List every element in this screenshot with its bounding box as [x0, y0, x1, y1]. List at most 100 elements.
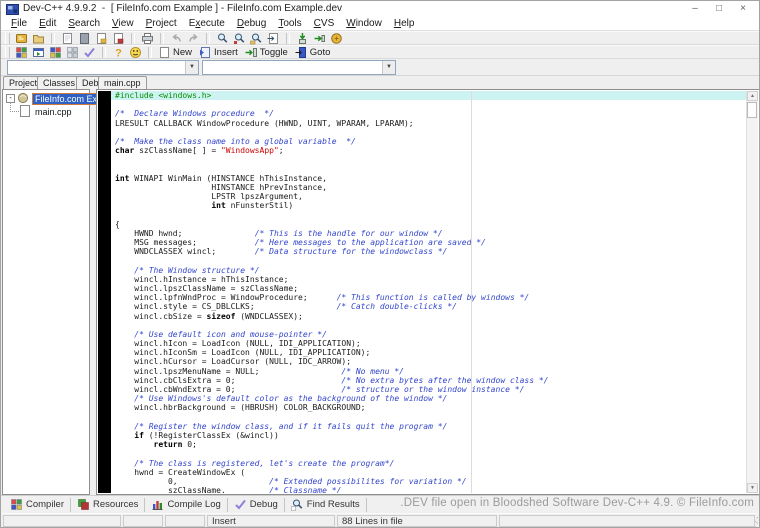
code-line[interactable]: HINSTANCE hPrevInstance,	[111, 183, 746, 192]
code-line[interactable]	[111, 210, 746, 219]
menu-project[interactable]: Project	[140, 18, 183, 30]
new-bookmark-button[interactable]: New	[157, 46, 196, 59]
minimize-button[interactable]: –	[683, 1, 707, 18]
chevron-down-icon[interactable]: ▼	[382, 61, 395, 74]
goto-bookmark-button[interactable]: Goto	[294, 46, 335, 59]
scroll-down-icon[interactable]: ▼	[747, 483, 758, 493]
code-line[interactable]: int nFunsterStil)	[111, 201, 746, 210]
code-line[interactable]: wincl.cbWndExtra = 0; /* structure or th…	[111, 385, 746, 394]
toolbar-grip[interactable]	[5, 46, 10, 58]
code-line[interactable]: wincl.hbrBackground = (HBRUSH) COLOR_BAC…	[111, 403, 746, 412]
code-line[interactable]: WNDCLASSEX wincl; /* Data structure for …	[111, 247, 746, 256]
insert-bookmark-button[interactable]: Insert	[198, 46, 242, 59]
menu-debug[interactable]: Debug	[231, 18, 272, 30]
menu-help[interactable]: Help	[388, 18, 421, 30]
project-options-button[interactable]	[329, 32, 344, 45]
members-combo[interactable]: ▼	[202, 60, 396, 75]
rebuild-all-button[interactable]	[65, 46, 80, 59]
code-line[interactable]: szClassName, /* Classname */	[111, 486, 746, 493]
compile-button[interactable]	[14, 46, 29, 59]
toolbar-grip[interactable]	[5, 32, 10, 44]
code-line[interactable]: wincl.hIconSm = LoadIcon (NULL, IDI_APPL…	[111, 348, 746, 357]
code-line[interactable]	[111, 100, 746, 109]
remove-from-project-button[interactable]	[312, 32, 327, 45]
code-line[interactable]: /* The Window structure */	[111, 266, 746, 275]
undo-button[interactable]	[169, 32, 184, 45]
editor-gutter[interactable]	[98, 91, 111, 493]
code-line[interactable]: 0, /* Extended possibilites for variatio…	[111, 477, 746, 486]
code-line[interactable]: wincl.hIcon = LoadIcon (NULL, IDI_APPLIC…	[111, 339, 746, 348]
tab-classes[interactable]: Classes	[37, 76, 82, 89]
debug-button[interactable]	[82, 46, 97, 59]
code-line[interactable]: if (!RegisterClassEx (&wincl))	[111, 431, 746, 440]
goto-line-button[interactable]	[266, 32, 281, 45]
maximize-button[interactable]: □	[707, 1, 731, 18]
code-line[interactable]: int WINAPI WinMain (HINSTANCE hThisInsta…	[111, 174, 746, 183]
bottom-tab-debug[interactable]: Debug	[228, 497, 285, 512]
menu-execute[interactable]: Execute	[183, 18, 231, 30]
menu-cvs[interactable]: CVS	[308, 18, 341, 30]
code-line[interactable]: /* The class is registered, let's create…	[111, 459, 746, 468]
scrollbar-thumb[interactable]	[747, 102, 757, 118]
code-line[interactable]	[111, 256, 746, 265]
bottom-tab-compiler[interactable]: Compiler	[4, 497, 72, 512]
close-file-button[interactable]	[94, 32, 109, 45]
toggle-bookmark-button[interactable]: Toggle	[244, 46, 292, 59]
code-line[interactable]: wincl.style = CS_DBLCLKS; /* Catch doubl…	[111, 302, 746, 311]
code-line[interactable]	[111, 321, 746, 330]
code-line[interactable]: MSG messages; /* Here messages to the ap…	[111, 238, 746, 247]
compile-and-run-button[interactable]	[48, 46, 63, 59]
code-line[interactable]	[111, 413, 746, 422]
menu-file[interactable]: File	[5, 18, 33, 30]
vertical-scrollbar[interactable]: ▲ ▼	[746, 91, 758, 493]
tab-main-cpp[interactable]: main.cpp	[98, 76, 147, 89]
about-button[interactable]	[128, 46, 143, 59]
code-line[interactable]	[111, 449, 746, 458]
code-line[interactable]: /* Use default icon and mouse-pointer */	[111, 330, 746, 339]
scroll-up-icon[interactable]: ▲	[747, 91, 758, 101]
code-line[interactable]: #include <windows.h>	[111, 91, 746, 101]
code-line[interactable]: wincl.lpfnWndProc = WindowProcedure; /* …	[111, 293, 746, 302]
code-line[interactable]: wincl.hInstance = hThisInstance;	[111, 275, 746, 284]
code-line[interactable]: /* Use Windows's default color as the ba…	[111, 394, 746, 403]
close-all-button[interactable]	[111, 32, 126, 45]
chevron-down-icon[interactable]: ▼	[185, 61, 198, 74]
code-line[interactable]: wincl.lpszClassName = szClassName;	[111, 284, 746, 293]
code-line[interactable]: /* Declare Windows procedure */	[111, 109, 746, 118]
bottom-tab-find-results[interactable]: Find Results	[285, 497, 367, 512]
save-all-button[interactable]	[77, 32, 92, 45]
code-line[interactable]: LRESULT CALLBACK WindowProcedure (HWND, …	[111, 119, 746, 128]
run-button[interactable]	[31, 46, 46, 59]
code-line[interactable]: wincl.hCursor = LoadCursor (NULL, IDC_AR…	[111, 357, 746, 366]
bottom-tab-compile-log[interactable]: Compile Log	[145, 497, 228, 512]
code-line[interactable]: wincl.lpszMenuName = NULL; /* No menu */	[111, 367, 746, 376]
code-line[interactable]: wincl.cbSize = sizeof (WNDCLASSEX);	[111, 312, 746, 321]
code-line[interactable]	[111, 155, 746, 164]
add-to-project-button[interactable]	[295, 32, 310, 45]
tree-row-main-cpp[interactable]: main.cpp	[20, 105, 72, 118]
print-button[interactable]	[140, 32, 155, 45]
code-line[interactable]: /* Make the class name into a global var…	[111, 137, 746, 146]
close-button[interactable]: ×	[731, 1, 755, 18]
menu-edit[interactable]: Edit	[33, 18, 62, 30]
code-line[interactable]: hwnd = CreateWindowEx (	[111, 468, 746, 477]
code-line[interactable]: wincl.cbClsExtra = 0; /* No extra bytes …	[111, 376, 746, 385]
classes-combo[interactable]: ▼	[7, 60, 199, 75]
find-in-files-button[interactable]	[249, 32, 264, 45]
redo-button[interactable]	[186, 32, 201, 45]
menu-window[interactable]: Window	[340, 18, 388, 30]
new-project-button[interactable]	[14, 32, 29, 45]
code-line[interactable]: /* Register the window class, and if it …	[111, 422, 746, 431]
code-line[interactable]	[111, 128, 746, 137]
code-line[interactable]: char szClassName[ ] = "WindowsApp";	[111, 146, 746, 155]
find-button[interactable]	[215, 32, 230, 45]
code-line[interactable]: LPSTR lpszArgument,	[111, 192, 746, 201]
menu-tools[interactable]: Tools	[272, 18, 307, 30]
help-button[interactable]: ?	[111, 46, 126, 59]
code-line[interactable]: HWND hwnd; /* This is the handle for our…	[111, 229, 746, 238]
replace-button[interactable]	[232, 32, 247, 45]
save-file-button[interactable]	[60, 32, 75, 45]
bottom-tab-resources[interactable]: Resources	[71, 497, 146, 512]
code-line[interactable]	[111, 165, 746, 174]
code-area[interactable]: #include <windows.h> /* Declare Windows …	[111, 91, 746, 493]
